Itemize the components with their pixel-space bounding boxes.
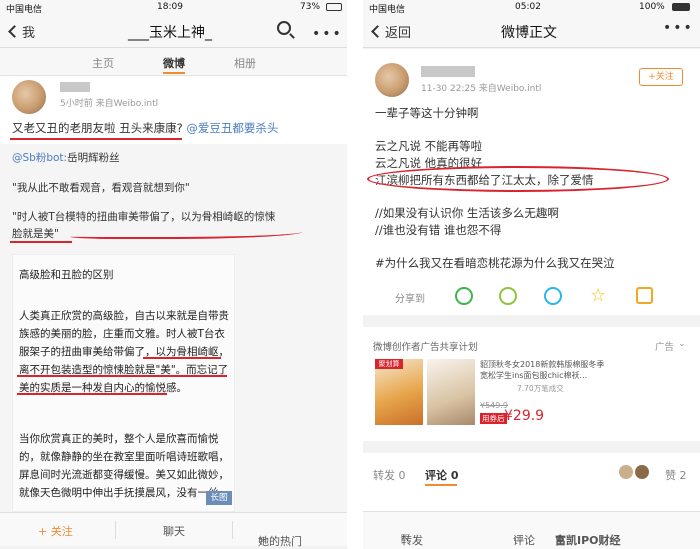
battery-label: 73% (300, 2, 321, 12)
tab-album[interactable]: 相册 (234, 55, 256, 71)
red-underline (143, 357, 221, 359)
red-underline (17, 375, 227, 377)
image-line: 屏息间时光流逝都变得缓慢。美又如此微妙， (19, 469, 229, 481)
repost-quote2a: "时人被T台模特的扭曲审美带偏了，以为骨相崎岖的惊悚 (12, 211, 276, 223)
ad-tag-badge: 聚划算 (375, 359, 403, 369)
active-tab-indicator (425, 484, 457, 486)
avatar[interactable] (12, 80, 46, 114)
follow-button[interactable]: + 关注 (38, 523, 73, 539)
image-line: 当你欣赏真正的美时，整个人是欣喜而愉悦 (19, 433, 219, 445)
page-title: 微博正文 (501, 25, 557, 41)
username-redacted (60, 82, 90, 92)
left-phone-screen: 中国电信 18:09 73% 我 ___玉米上神_ ••• 主页 微博 相册 5… (0, 0, 347, 549)
chevron-left-icon (8, 25, 21, 38)
clock: 05:02 (515, 2, 541, 12)
post-line: //如果没有认识你 生活该多么无趣啊 (375, 206, 559, 220)
battery-icon (672, 3, 690, 11)
ad-price: ¥29.9 (504, 408, 545, 424)
mention-link[interactable]: @爱豆丑都要杀头 (186, 121, 278, 135)
post-meta: 5小时前 来自Weibo.intl (60, 99, 159, 109)
post-card: 11-30 22:25 来自Weibo.intl +关注 一辈子等这十分钟啊 云… (363, 49, 700, 315)
repost-quote1: "我从此不敢看观音，看观音就想到你" (12, 182, 190, 194)
bottom-action-bar: ⇱ 转发 ▭ 评论 ⊙ 富凯IPO财经 (363, 511, 700, 549)
tab-comment[interactable]: 评论 0 (425, 467, 458, 483)
clock: 18:09 (157, 2, 183, 12)
ad-header: 微博创作者广告共享计划 (373, 342, 478, 353)
post-line: 云之凡说 不能再等啦 (375, 139, 483, 153)
ad-sold-count: 7.70万笔成交 (517, 384, 564, 393)
liker-avatar (619, 465, 633, 479)
long-image[interactable]: 高级脸和丑脸的区别 人类真正欣赏的高级脸，自古以来就是自带贵 族感的美丽的脸，庄… (12, 254, 235, 512)
post-card: 5小时前 来自Weibo.intl 又老又丑的老朋友啦 丑头来康康? @爱豆丑都… (0, 76, 347, 512)
nav-bar: 我 ___玉米上神_ ••• (0, 14, 347, 48)
image-line: 的，就像静静的坐在教室里面听唱诗班歌唱， (19, 451, 229, 463)
profile-tabs: 主页 微博 相册 (0, 48, 347, 76)
more-icon[interactable]: ••• (663, 20, 694, 36)
repost-quote2b: 脸就是美" (12, 228, 59, 240)
red-underline (17, 393, 167, 395)
qzone-star-icon[interactable]: ☆ (590, 285, 606, 306)
chat-button[interactable]: 聊天 (163, 523, 185, 539)
ad-card[interactable]: 微博创作者广告共享计划 广告 ⌄ 聚划算 貂顶秋冬女2018新款韩版棉服冬季 宽… (363, 327, 700, 441)
image-heading: 高级脸和丑脸的区别 (19, 269, 114, 281)
battery-label: 100% (639, 2, 665, 12)
red-ellipse-highlight (367, 166, 669, 192)
ad-description: 貂顶秋冬女2018新款韩版棉服冬季 (480, 360, 605, 369)
right-phone-screen: 中国电信 05:02 100% 返回 微博正文 ••• 11-30 22:25 … (363, 0, 700, 549)
status-bar: 中国电信 18:09 73% (0, 0, 347, 15)
chevron-left-icon (371, 25, 384, 38)
username-redacted (421, 66, 475, 77)
follow-button[interactable]: +关注 (639, 68, 683, 86)
page-title: ___玉米上神_ (128, 25, 212, 41)
ad-description: 宽松学生ins面包服chic棉袄... (480, 371, 588, 380)
ad-product-image[interactable] (427, 359, 475, 425)
status-bar: 中国电信 05:02 100% (363, 0, 700, 15)
post-meta: 11-30 22:25 来自Weibo.intl (421, 84, 542, 94)
battery-icon (326, 3, 342, 11)
red-underline (10, 138, 182, 140)
qq-icon[interactable] (544, 287, 562, 305)
image-line: 人类真正欣赏的高级脸，自古以来就是自带贵 (19, 310, 229, 322)
divider (232, 521, 233, 539)
repost-author-line: @Sb粉bot:岳明辉粉丝 (12, 152, 120, 164)
post-hashtag-line: #为什么我又在看暗恋桃花源为什么我又在哭泣 (375, 256, 615, 270)
image-line: 就像天色微明中伸出手抚摸晨风，没有一丝 (19, 487, 219, 499)
divider (115, 521, 116, 539)
bottom-action-bar: + 关注 聊天 ≡ 她的热门 (0, 512, 347, 548)
tab-repost[interactable]: 转发 0 (373, 467, 406, 483)
more-icon[interactable]: ••• (312, 26, 343, 42)
post-text-line1: 又老又丑的老朋友啦 丑头来康康? @爱豆丑都要杀头 (12, 121, 279, 135)
red-underline (10, 241, 72, 243)
repost-mention[interactable]: @Sb粉bot: (12, 152, 67, 164)
image-line: 族感的美丽的脸，庄重而文雅。时人被T台衣 (19, 328, 225, 340)
tab-weibo[interactable]: 微博 (163, 55, 185, 71)
avatar[interactable] (375, 63, 409, 97)
image-share-icon[interactable] (636, 287, 653, 304)
interaction-tabs: 转发 0 评论 0 赞 2 (363, 453, 700, 511)
share-label: 分享到 (395, 294, 425, 305)
tab-home[interactable]: 主页 (92, 55, 114, 71)
search-icon-handle (289, 33, 295, 39)
ad-coupon-label: 用券后 (480, 413, 507, 424)
long-image-badge: 长图 (206, 491, 232, 505)
wechat-icon[interactable] (455, 287, 473, 305)
back-button[interactable]: 我 (8, 22, 35, 41)
active-tab-indicator (163, 72, 185, 74)
like-count[interactable]: 赞 2 (665, 467, 687, 483)
post-line: //谁也没有错 谁也怨不得 (375, 223, 502, 237)
ad-label: 广告 (655, 342, 675, 353)
back-button[interactable]: 返回 (371, 22, 411, 41)
liker-avatar (635, 465, 649, 479)
post-line: 一辈子等这十分钟啊 (375, 106, 479, 120)
nav-bar: 返回 微博正文 ••• (363, 14, 700, 48)
moments-icon[interactable] (499, 287, 517, 305)
chevron-down-icon[interactable]: ⌄ (678, 339, 686, 349)
